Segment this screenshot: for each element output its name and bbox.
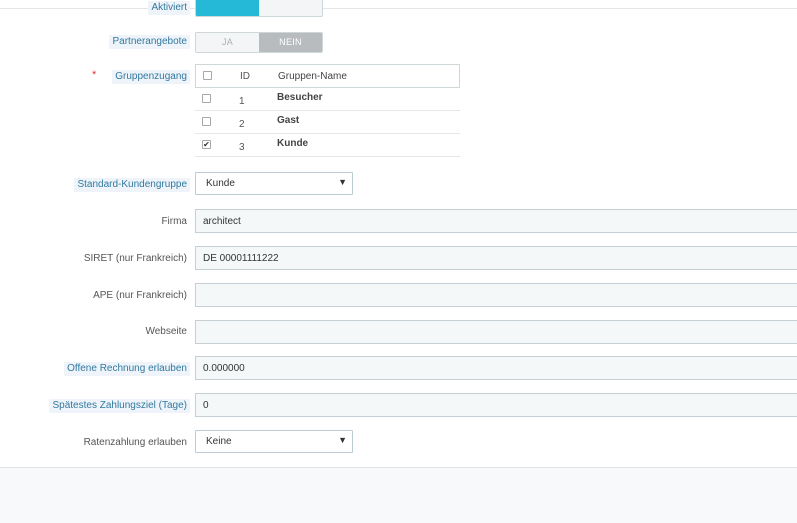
group-checkbox-kunde[interactable]: ✔	[202, 140, 211, 149]
siret-value: DE 00001111222	[203, 253, 279, 264]
installment-select[interactable]: Keine ▼	[195, 430, 353, 453]
group-name: Besucher	[277, 92, 323, 103]
partnerangebote-label: Partnerangebote	[109, 35, 190, 49]
form-footer-area	[0, 467, 797, 523]
open-invoice-value: 0.000000	[203, 363, 245, 374]
aktiviert-yes-option[interactable]	[196, 0, 259, 16]
siret-label: SIRET (nur Frankreich)	[83, 253, 187, 264]
aktiviert-toggle[interactable]	[195, 0, 323, 17]
checkmark-icon: ✔	[203, 140, 210, 149]
firma-label: Firma	[161, 216, 187, 227]
partnerangebote-ja-option[interactable]: JA	[196, 33, 259, 52]
group-id: 3	[239, 142, 245, 153]
select-all-checkbox[interactable]	[203, 71, 212, 80]
partnerangebote-nein-option[interactable]: NEIN	[259, 33, 322, 52]
payment-term-value: 0	[203, 400, 209, 411]
aktiviert-label: Aktiviert	[148, 1, 190, 15]
group-access-table: ID Gruppen-Name 1 Besucher 2 Gast ✔ 3 Ku…	[195, 64, 460, 157]
caret-down-icon: ▼	[338, 177, 347, 187]
top-divider	[0, 8, 797, 9]
ratenzahlung-label: Ratenzahlung erlauben	[83, 437, 187, 448]
table-row: ✔ 3 Kunde	[195, 134, 460, 157]
name-column-header: Gruppen-Name	[278, 71, 347, 82]
group-id: 2	[239, 119, 245, 130]
partnerangebote-toggle[interactable]: JA NEIN	[195, 32, 323, 53]
company-input[interactable]: architect	[195, 209, 797, 233]
group-checkbox-besucher[interactable]	[202, 94, 211, 103]
zahlungsziel-label: Spätestes Zahlungsziel (Tage)	[49, 399, 190, 413]
group-checkbox-gast[interactable]	[202, 117, 211, 126]
company-value: architect	[203, 216, 241, 227]
webseite-label: Webseite	[145, 326, 187, 337]
table-row: 2 Gast	[195, 111, 460, 134]
table-row: 1 Besucher	[195, 88, 460, 111]
group-name: Kunde	[277, 138, 309, 149]
standard-kundengruppe-label: Standard-Kundengruppe	[74, 178, 190, 192]
ape-label: APE (nur Frankreich)	[93, 290, 187, 301]
required-asterisk: *	[92, 69, 97, 81]
ape-input[interactable]	[195, 283, 797, 307]
aktiviert-no-option[interactable]	[259, 0, 322, 16]
website-input[interactable]	[195, 320, 797, 344]
offene-rechnung-label: Offene Rechnung erlauben	[64, 362, 190, 376]
default-group-select[interactable]: Kunde ▼	[195, 172, 353, 195]
gruppenzugang-label: Gruppenzugang	[112, 70, 190, 84]
id-column-header: ID	[240, 71, 250, 82]
caret-down-icon: ▼	[338, 435, 347, 445]
group-name: Gast	[277, 115, 300, 126]
siret-input[interactable]: DE 00001111222	[195, 246, 797, 270]
open-invoice-input[interactable]: 0.000000	[195, 356, 797, 380]
installment-value: Keine	[206, 436, 232, 447]
group-id: 1	[239, 96, 245, 107]
payment-term-input[interactable]: 0	[195, 393, 797, 417]
default-group-value: Kunde	[206, 178, 235, 189]
group-table-header: ID Gruppen-Name	[195, 64, 460, 88]
